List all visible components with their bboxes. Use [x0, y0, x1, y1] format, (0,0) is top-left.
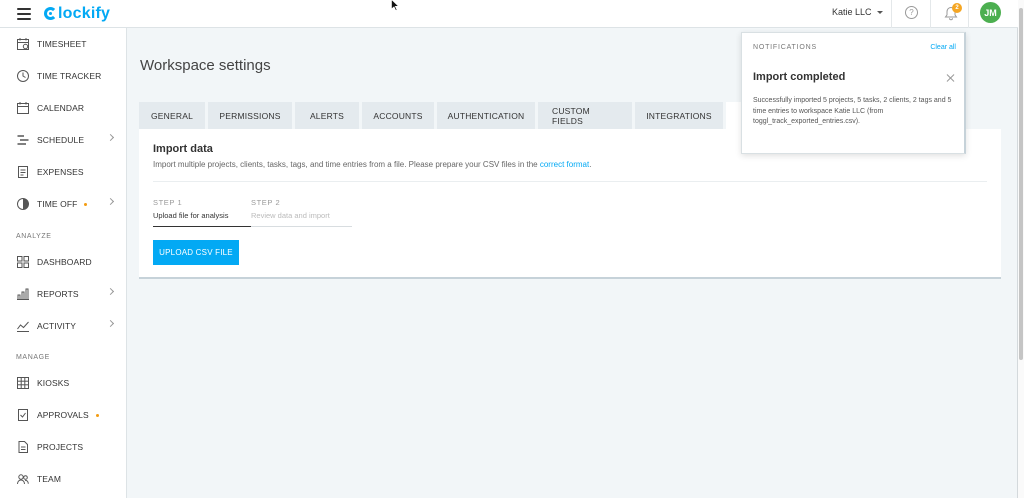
step-number: STEP 2	[251, 198, 281, 207]
tab-authentication[interactable]: AUTHENTICATION	[437, 102, 535, 129]
tab-integrations[interactable]: INTEGRATIONS	[635, 102, 723, 129]
tab-accounts[interactable]: ACCOUNTS	[362, 102, 434, 129]
step-2: STEP 2 Review data and import	[251, 198, 330, 220]
sidebar-item-label: APPROVALS	[37, 410, 89, 420]
step-number: STEP 1	[153, 198, 183, 207]
status-dot	[95, 413, 99, 417]
help-icon[interactable]: ?	[905, 6, 918, 19]
divider	[930, 0, 931, 28]
chevron-right-icon	[106, 133, 115, 142]
tab-permissions[interactable]: PERMISSIONS	[208, 102, 292, 129]
import-description-text: Import multiple projects, clients, tasks…	[153, 160, 538, 169]
tab-general[interactable]: GENERAL	[139, 102, 205, 129]
sidebar-item-label: TEAM	[37, 474, 62, 484]
activity-icon	[16, 319, 30, 333]
section-label-manage: MANAGE	[16, 354, 50, 361]
tab-custom-fields[interactable]: CUSTOM FIELDS	[538, 102, 632, 129]
close-icon[interactable]	[946, 73, 956, 83]
chevron-right-icon	[106, 197, 115, 206]
sidebar-item-label: EXPENSES	[37, 167, 84, 177]
bar-chart-icon	[16, 287, 30, 301]
step-1[interactable]: STEP 1 Upload file for analysis	[153, 198, 228, 220]
chevron-right-icon	[106, 319, 115, 328]
divider	[968, 0, 969, 28]
sidebar-item-time-tracker[interactable]: TIME TRACKER	[0, 60, 127, 92]
team-icon	[16, 472, 30, 486]
mouse-cursor-icon	[391, 0, 399, 11]
sidebar: TIMESHEET TIME TRACKER CALENDAR SCHEDULE…	[0, 28, 127, 498]
receipt-icon	[16, 165, 30, 179]
sidebar-item-projects[interactable]: PROJECTS	[0, 431, 127, 463]
clear-all-link[interactable]: Clear all	[930, 44, 956, 51]
sidebar-item-label: TIMESHEET	[37, 39, 87, 49]
kiosk-icon	[16, 376, 30, 390]
sidebar-item-label: KIOSKS	[37, 378, 70, 388]
sidebar-item-label: CALENDAR	[37, 103, 85, 113]
sidebar-item-label: PROJECTS	[37, 442, 84, 452]
import-description: Import multiple projects, clients, tasks…	[153, 160, 591, 169]
correct-format-link[interactable]: correct format	[540, 160, 589, 169]
logo-text: lockify	[58, 4, 111, 22]
sidebar-item-label: REPORTS	[37, 289, 79, 299]
sidebar-item-label: SCHEDULE	[37, 135, 85, 145]
description-period: .	[589, 160, 592, 169]
tab-alerts[interactable]: ALERTS	[295, 102, 359, 129]
sidebar-item-reports[interactable]: REPORTS	[0, 278, 127, 310]
notification-count-badge: 2	[952, 3, 962, 13]
sidebar-item-activity[interactable]: ACTIVITY	[0, 310, 127, 342]
app-frame: lockify Katie LLC ? 2 JM TIMESHEET TIME …	[0, 0, 1018, 498]
import-title: Import data	[153, 143, 213, 155]
sidebar-item-schedule[interactable]: SCHEDULE	[0, 124, 127, 156]
avatar[interactable]: JM	[980, 2, 1001, 23]
schedule-icon	[16, 133, 30, 147]
scrollbar-thumb[interactable]	[1019, 8, 1023, 360]
step-2-indicator	[251, 226, 352, 227]
step-1-indicator	[153, 226, 251, 227]
logo[interactable]: lockify	[44, 5, 110, 23]
page-title: Workspace settings	[140, 57, 271, 74]
approvals-icon	[16, 408, 30, 422]
calendar-icon	[16, 101, 30, 115]
sidebar-item-dashboard[interactable]: DASHBOARD	[0, 246, 127, 278]
sidebar-item-label: TIME OFF	[37, 199, 78, 209]
workspace-switcher[interactable]: Katie LLC	[832, 7, 883, 17]
divider	[891, 0, 892, 28]
notification-title: Import completed	[753, 71, 846, 83]
sidebar-item-timesheet[interactable]: TIMESHEET	[0, 28, 127, 60]
sidebar-item-label: TIME TRACKER	[37, 71, 102, 81]
logo-mark-icon	[44, 7, 57, 20]
section-label-analyze: ANALYZE	[16, 233, 52, 240]
sidebar-item-calendar[interactable]: CALENDAR	[0, 92, 127, 124]
workspace-name: Katie LLC	[832, 7, 872, 17]
timesheet-icon	[16, 37, 30, 51]
menu-icon[interactable]	[17, 8, 31, 20]
upload-csv-button[interactable]: UPLOAD CSV FILE	[153, 240, 239, 265]
sidebar-item-time-off[interactable]: TIME OFF	[0, 188, 127, 220]
sidebar-item-label: ACTIVITY	[37, 321, 77, 331]
sidebar-item-expenses[interactable]: EXPENSES	[0, 156, 127, 188]
chevron-right-icon	[106, 287, 115, 296]
dashboard-icon	[16, 255, 30, 269]
status-dot	[84, 202, 88, 206]
step-label: Upload file for analysis	[153, 211, 229, 220]
sidebar-item-approvals[interactable]: APPROVALS	[0, 399, 127, 431]
sidebar-item-team[interactable]: TEAM	[0, 463, 127, 495]
notification-body: Successfully imported 5 projects, 5 task…	[753, 97, 952, 125]
sidebar-item-kiosks[interactable]: KIOSKS	[0, 367, 127, 399]
notifications-panel: NOTIFICATIONS Clear all Import completed…	[741, 32, 966, 154]
notifications-header: NOTIFICATIONS	[753, 44, 817, 51]
time-off-icon	[16, 197, 30, 211]
document-icon	[16, 440, 30, 454]
divider	[153, 181, 987, 182]
sidebar-item-label: DASHBOARD	[37, 257, 92, 267]
settings-tabs: GENERAL PERMISSIONS ALERTS ACCOUNTS AUTH…	[139, 102, 796, 129]
step-label: Review data and import	[251, 211, 330, 220]
caret-down-icon	[876, 10, 883, 14]
clock-icon	[16, 69, 30, 83]
